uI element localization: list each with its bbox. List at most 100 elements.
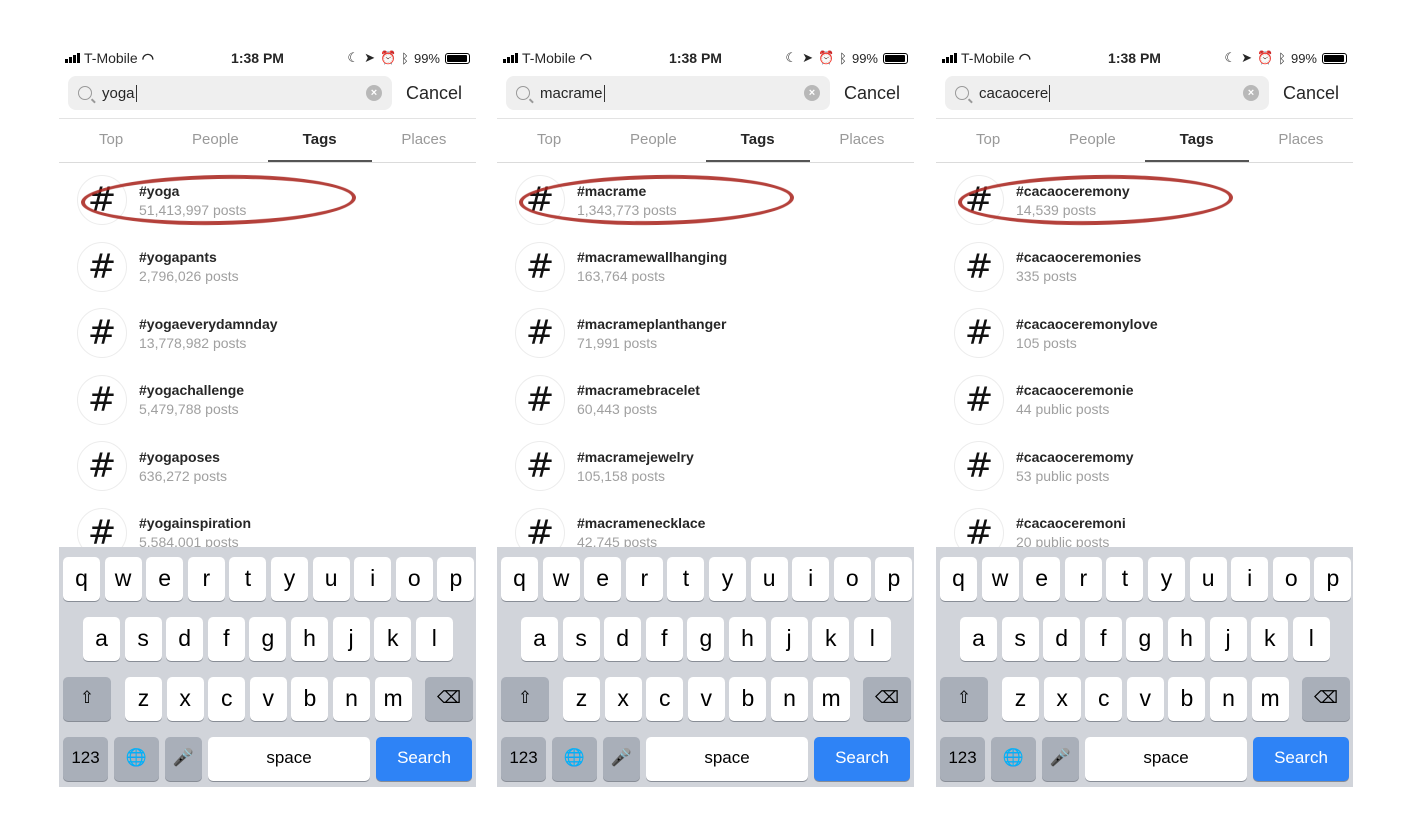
list-item[interactable]: # #macramebracelet 60,443 posts	[515, 370, 700, 430]
key-k[interactable]: k	[1251, 617, 1289, 661]
key-s[interactable]: s	[124, 617, 162, 661]
numbers-key[interactable]: 123	[501, 737, 546, 781]
backspace-key[interactable]: ⌫	[863, 677, 911, 721]
key-e[interactable]: e	[584, 557, 622, 601]
key-u[interactable]: u	[312, 557, 350, 601]
numbers-key[interactable]: 123	[63, 737, 108, 781]
shift-key[interactable]: ⇧	[63, 677, 111, 721]
key-w[interactable]: w	[981, 557, 1019, 601]
tab-places[interactable]: Places	[372, 119, 476, 162]
microphone-icon[interactable]: 🎤	[165, 737, 202, 781]
key-l[interactable]: l	[853, 617, 891, 661]
key-m[interactable]: m	[1251, 677, 1289, 721]
key-x[interactable]: x	[166, 677, 204, 721]
key-r[interactable]: r	[187, 557, 225, 601]
tab-tags[interactable]: Tags	[1144, 119, 1249, 162]
key-w[interactable]: w	[542, 557, 580, 601]
key-z[interactable]: z	[563, 677, 600, 721]
tab-people[interactable]: People	[601, 119, 705, 162]
key-k[interactable]: k	[374, 617, 412, 661]
key-z[interactable]: z	[1002, 677, 1039, 721]
clear-icon[interactable]: ×	[366, 85, 382, 101]
key-a[interactable]: a	[83, 617, 120, 661]
key-q[interactable]: q	[63, 557, 100, 601]
key-s[interactable]: s	[562, 617, 600, 661]
key-b[interactable]: b	[1168, 677, 1206, 721]
clear-icon[interactable]: ×	[1243, 85, 1259, 101]
key-o[interactable]: o	[395, 557, 433, 601]
key-r[interactable]: r	[1064, 557, 1102, 601]
tab-people[interactable]: People	[163, 119, 267, 162]
globe-icon[interactable]: 🌐	[552, 737, 597, 781]
key-v[interactable]: v	[249, 677, 287, 721]
key-x[interactable]: x	[1043, 677, 1081, 721]
key-c[interactable]: c	[646, 677, 684, 721]
key-v[interactable]: v	[1126, 677, 1164, 721]
search-value[interactable]: yoga	[102, 84, 366, 102]
key-b[interactable]: b	[291, 677, 329, 721]
list-item[interactable]: # #cacaoceremomy 53 public posts	[954, 436, 1134, 496]
key-a[interactable]: a	[960, 617, 997, 661]
key-v[interactable]: v	[687, 677, 725, 721]
key-r[interactable]: r	[625, 557, 663, 601]
key-q[interactable]: q	[501, 557, 538, 601]
key-k[interactable]: k	[812, 617, 850, 661]
key-h[interactable]: h	[1168, 617, 1205, 661]
key-t[interactable]: t	[1106, 557, 1144, 601]
key-c[interactable]: c	[208, 677, 246, 721]
list-item[interactable]: # #macramewallhanging 163,764 posts	[515, 237, 727, 297]
key-i[interactable]: i	[1231, 557, 1269, 601]
key-t[interactable]: t	[667, 557, 705, 601]
space-key[interactable]: space	[1085, 737, 1247, 781]
shift-key[interactable]: ⇧	[940, 677, 988, 721]
key-n[interactable]: n	[333, 677, 370, 721]
tab-top[interactable]: Top	[497, 119, 601, 162]
key-g[interactable]: g	[249, 617, 287, 661]
tab-people[interactable]: People	[1040, 119, 1144, 162]
key-e[interactable]: e	[1023, 557, 1061, 601]
search-value[interactable]: macrame	[540, 84, 804, 102]
search-button[interactable]: Search	[1253, 737, 1349, 781]
key-x[interactable]: x	[604, 677, 642, 721]
key-o[interactable]: o	[1272, 557, 1310, 601]
key-d[interactable]: d	[1043, 617, 1081, 661]
space-key[interactable]: space	[208, 737, 370, 781]
key-t[interactable]: t	[229, 557, 267, 601]
list-item[interactable]: # #cacaoceremonies 335 posts	[954, 237, 1141, 297]
list-item[interactable]: # #yogaeverydamnday 13,778,982 posts	[77, 303, 278, 363]
key-d[interactable]: d	[604, 617, 642, 661]
key-y[interactable]: y	[1148, 557, 1185, 601]
key-f[interactable]: f	[1084, 617, 1122, 661]
key-e[interactable]: e	[146, 557, 184, 601]
list-item[interactable]: # #cacaoceremonie 44 public posts	[954, 370, 1134, 430]
key-b[interactable]: b	[729, 677, 767, 721]
key-g[interactable]: g	[687, 617, 725, 661]
key-u[interactable]: u	[750, 557, 788, 601]
key-l[interactable]: l	[1292, 617, 1330, 661]
cancel-button[interactable]: Cancel	[406, 83, 462, 104]
key-g[interactable]: g	[1126, 617, 1164, 661]
list-item[interactable]: # #cacaoceremonylove 105 posts	[954, 303, 1158, 363]
search-button[interactable]: Search	[814, 737, 910, 781]
search-input[interactable]: yoga ×	[68, 76, 392, 110]
tab-tags[interactable]: Tags	[705, 119, 810, 162]
globe-icon[interactable]: 🌐	[991, 737, 1036, 781]
space-key[interactable]: space	[646, 737, 808, 781]
list-item[interactable]: # #yogachallenge 5,479,788 posts	[77, 370, 244, 430]
backspace-key[interactable]: ⌫	[425, 677, 473, 721]
key-j[interactable]: j	[1209, 617, 1247, 661]
key-o[interactable]: o	[833, 557, 871, 601]
key-u[interactable]: u	[1189, 557, 1227, 601]
microphone-icon[interactable]: 🎤	[603, 737, 640, 781]
backspace-key[interactable]: ⌫	[1302, 677, 1350, 721]
key-i[interactable]: i	[792, 557, 830, 601]
list-item[interactable]: # #yogapants 2,796,026 posts	[77, 237, 239, 297]
list-item[interactable]: # #macramejewelry 105,158 posts	[515, 436, 694, 496]
search-input[interactable]: macrame ×	[506, 76, 830, 110]
key-d[interactable]: d	[166, 617, 204, 661]
tab-places[interactable]: Places	[810, 119, 914, 162]
key-y[interactable]: y	[271, 557, 308, 601]
tab-top[interactable]: Top	[936, 119, 1040, 162]
key-h[interactable]: h	[291, 617, 328, 661]
key-c[interactable]: c	[1085, 677, 1123, 721]
